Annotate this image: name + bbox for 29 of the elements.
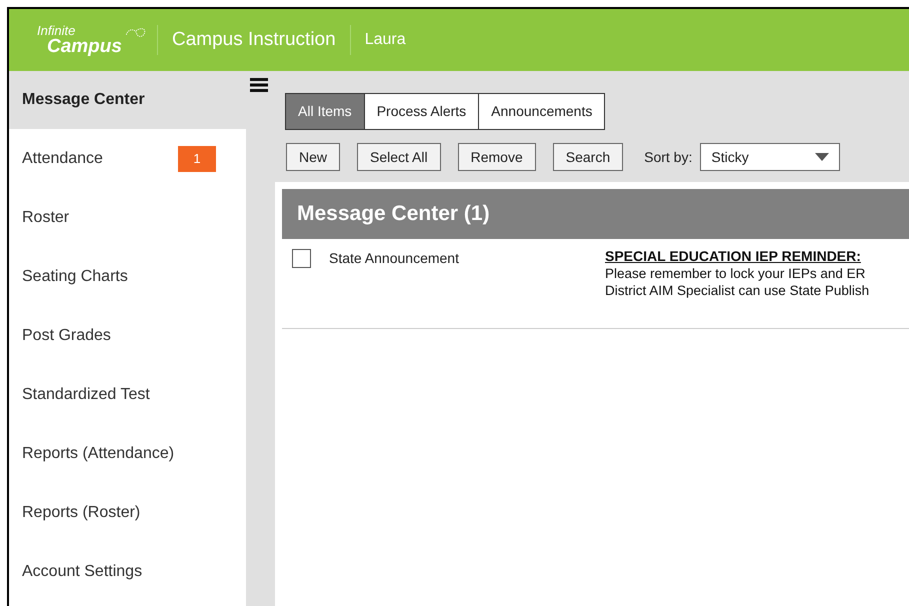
- sidebar-item[interactable]: Post Grades: [22, 324, 111, 348]
- message-text: District AIM Specialist can use State Publish: [605, 282, 870, 299]
- user-name: Laura: [364, 30, 407, 50]
- sidebar-item[interactable]: Roster: [22, 206, 70, 230]
- message-type: State Announcement: [329, 249, 460, 268]
- checkbox[interactable]: [292, 249, 311, 268]
- menu-icon[interactable]: [250, 78, 268, 92]
- toolbar-button[interactable]: Select All: [357, 143, 441, 171]
- sidebar-item[interactable]: Account Settings: [22, 560, 142, 584]
- toolbar-button[interactable]: Search: [552, 143, 624, 171]
- sidebar-item[interactable]: Reports (Roster): [22, 500, 140, 524]
- sort-dropdown[interactable]: Sticky: [700, 143, 840, 171]
- message-text: Please remember to lock your IEPs and ER: [605, 265, 866, 282]
- sidebar-item[interactable]: Seating Charts: [22, 264, 128, 288]
- sidebar-title: Message Center: [22, 90, 145, 110]
- logo-text: Campus: [47, 37, 122, 56]
- caret-icon: [815, 153, 830, 161]
- toolbar-button[interactable]: Remove: [458, 143, 536, 171]
- message-subject[interactable]: SPECIAL EDUCATION IEP REMINDER:: [605, 248, 870, 265]
- sort-label: Sort by:: [644, 148, 692, 167]
- logo-text: Infinite: [37, 24, 76, 37]
- sidebar-item[interactable]: Reports (Attendance): [22, 442, 174, 466]
- panel-title: Message Center (1): [297, 201, 490, 228]
- sidebar-item[interactable]: Attendance: [22, 146, 103, 170]
- sidebar-item[interactable]: Standardized Test: [22, 382, 150, 406]
- tab[interactable]: All Items: [286, 94, 364, 129]
- app-title: Campus Instruction: [171, 28, 337, 52]
- count-badge: 1: [178, 146, 216, 172]
- toolbar-button[interactable]: New: [286, 143, 340, 171]
